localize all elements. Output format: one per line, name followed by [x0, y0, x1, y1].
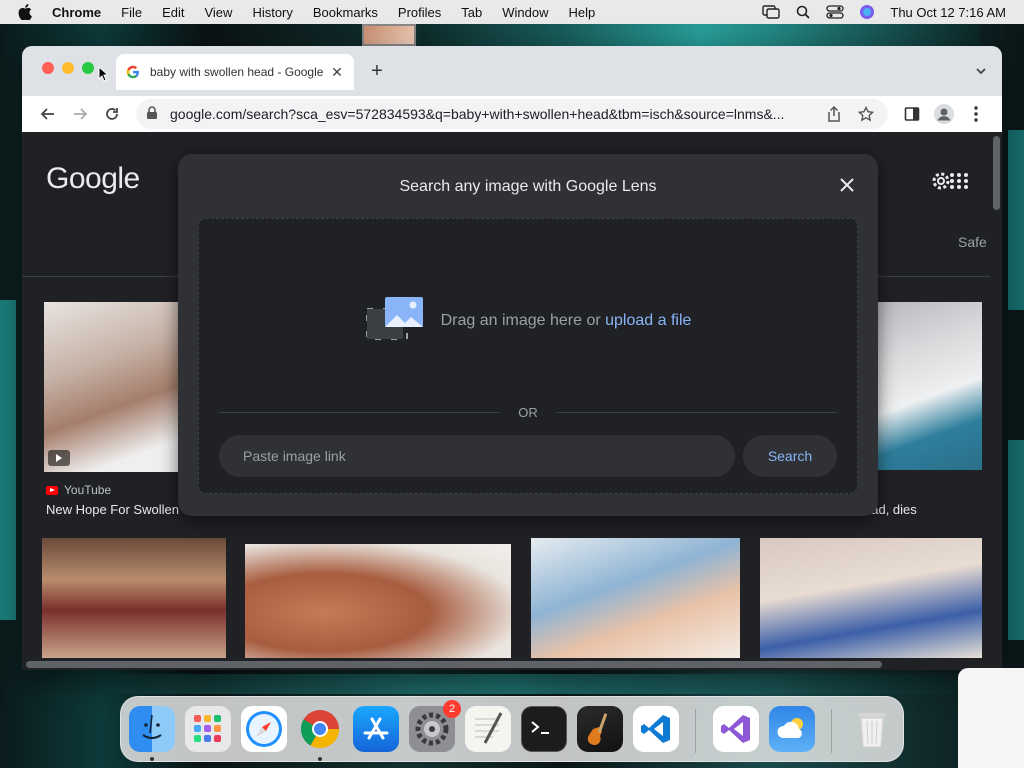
menubar-clock[interactable]: Thu Oct 12 7:16 AM [890, 5, 1006, 20]
menu-edit[interactable]: Edit [162, 5, 184, 20]
chrome-running-dot [318, 757, 322, 761]
vertical-scrollbar[interactable] [990, 132, 1002, 670]
page-content: Google Safe YouTube New Hope For Swollen… [22, 132, 1002, 670]
vscode-icon[interactable] [633, 706, 679, 752]
result-source[interactable]: YouTube [46, 483, 111, 497]
chrome-window: baby with swollen head - Google ✕ + goog… [22, 46, 1002, 670]
result-image[interactable] [878, 302, 982, 470]
menu-app-name[interactable]: Chrome [52, 5, 101, 20]
side-panel-icon[interactable] [896, 106, 928, 122]
paste-image-link-input[interactable] [219, 435, 735, 477]
menu-tab[interactable]: Tab [461, 5, 482, 20]
or-label: OR [518, 405, 538, 420]
menu-bookmarks[interactable]: Bookmarks [313, 5, 378, 20]
menu-file[interactable]: File [121, 5, 142, 20]
profile-avatar-icon[interactable] [928, 103, 960, 125]
back-button[interactable] [32, 100, 64, 128]
result-image[interactable] [42, 538, 226, 658]
menu-history[interactable]: History [252, 5, 292, 20]
video-play-icon [48, 450, 70, 466]
lens-dialog-title: Search any image with Google Lens [399, 178, 657, 195]
menubar: Chrome File Edit View History Bookmarks … [0, 0, 1024, 24]
horizontal-scroll-thumb[interactable] [26, 661, 882, 668]
chrome-icon[interactable] [297, 706, 343, 752]
app-store-icon[interactable] [353, 706, 399, 752]
or-separator: OR [219, 405, 837, 420]
minimize-window-button[interactable] [62, 62, 74, 74]
dock-separator [695, 709, 696, 753]
finder-icon[interactable] [129, 706, 175, 752]
control-center-icon[interactable] [826, 5, 845, 19]
drop-instructions: Drag an image here or upload a file [199, 295, 857, 346]
new-tab-button[interactable]: + [366, 60, 388, 83]
google-favicon-icon [126, 65, 140, 79]
drop-text: Drag an image here or [440, 311, 601, 329]
google-lens-dialog: Search any image with Google Lens Drag a… [178, 154, 878, 516]
menu-profiles[interactable]: Profiles [398, 5, 441, 20]
google-apps-grid-icon[interactable] [948, 172, 970, 190]
browser-toolbar: google.com/search?sca_esv=572834593&q=ba… [22, 96, 1002, 132]
dock: 2 [120, 696, 904, 762]
trash-icon[interactable] [849, 706, 895, 752]
youtube-icon [46, 485, 58, 495]
lens-search-button[interactable]: Search [743, 435, 837, 477]
image-drop-zone[interactable]: Drag an image here or upload a file OR S… [198, 218, 858, 494]
garageband-icon[interactable] [577, 706, 623, 752]
mouse-cursor-icon [98, 65, 110, 82]
or-line-right [555, 412, 837, 413]
visual-studio-icon[interactable] [713, 706, 759, 752]
desktop-side-panel [958, 668, 1024, 768]
result-image[interactable] [760, 538, 982, 658]
desktop-thumbnail [362, 24, 416, 46]
chrome-menu-icon[interactable] [960, 106, 992, 122]
image-upload-icon [365, 295, 425, 346]
system-settings-icon[interactable]: 2 [409, 700, 461, 752]
settings-badge: 2 [443, 700, 461, 718]
bookmark-star-icon[interactable] [854, 106, 878, 122]
address-bar[interactable]: google.com/search?sca_esv=572834593&q=ba… [136, 99, 888, 129]
close-window-button[interactable] [42, 62, 54, 74]
result-title[interactable]: New Hope For Swollen [46, 502, 179, 517]
menu-window[interactable]: Window [502, 5, 548, 20]
result-image[interactable] [531, 538, 740, 658]
result-image[interactable] [44, 302, 182, 472]
safari-icon[interactable] [241, 706, 287, 752]
address-url[interactable]: google.com/search?sca_esv=572834593&q=ba… [170, 106, 814, 122]
textedit-icon[interactable] [465, 706, 511, 752]
lens-close-icon[interactable] [836, 174, 858, 196]
reload-button[interactable] [96, 100, 128, 128]
google-logo[interactable]: Google [46, 162, 140, 196]
safesearch-label[interactable]: Safe [958, 234, 987, 250]
horizontal-scrollbar[interactable] [22, 658, 1002, 670]
window-controls [42, 62, 94, 74]
screen-mirroring-icon[interactable] [762, 5, 781, 19]
tab-title: baby with swollen head - Google [150, 65, 324, 79]
spotlight-search-icon[interactable] [794, 5, 812, 19]
terminal-icon[interactable] [521, 706, 567, 752]
or-line-left [219, 412, 501, 413]
result-source-label: YouTube [64, 483, 112, 497]
forward-button[interactable] [64, 100, 96, 128]
share-icon[interactable] [822, 106, 846, 122]
launchpad-icon[interactable] [185, 706, 231, 752]
menu-help[interactable]: Help [569, 5, 596, 20]
finder-running-dot [150, 757, 154, 761]
apple-icon[interactable] [18, 4, 36, 20]
dock-separator [831, 709, 832, 753]
menu-view[interactable]: View [204, 5, 232, 20]
weather-icon[interactable] [769, 706, 815, 752]
vertical-scroll-thumb[interactable] [993, 136, 1000, 210]
lock-icon[interactable] [146, 105, 160, 123]
tab-close-icon[interactable]: ✕ [330, 64, 344, 81]
tab-active[interactable]: baby with swollen head - Google ✕ [116, 54, 354, 90]
tab-search-chevron-icon[interactable] [974, 64, 988, 78]
tab-strip: baby with swollen head - Google ✕ + [22, 46, 1002, 96]
siri-icon[interactable] [858, 5, 876, 19]
zoom-window-button[interactable] [82, 62, 94, 74]
upload-file-link[interactable]: upload a file [605, 312, 691, 329]
result-image[interactable] [245, 544, 511, 658]
